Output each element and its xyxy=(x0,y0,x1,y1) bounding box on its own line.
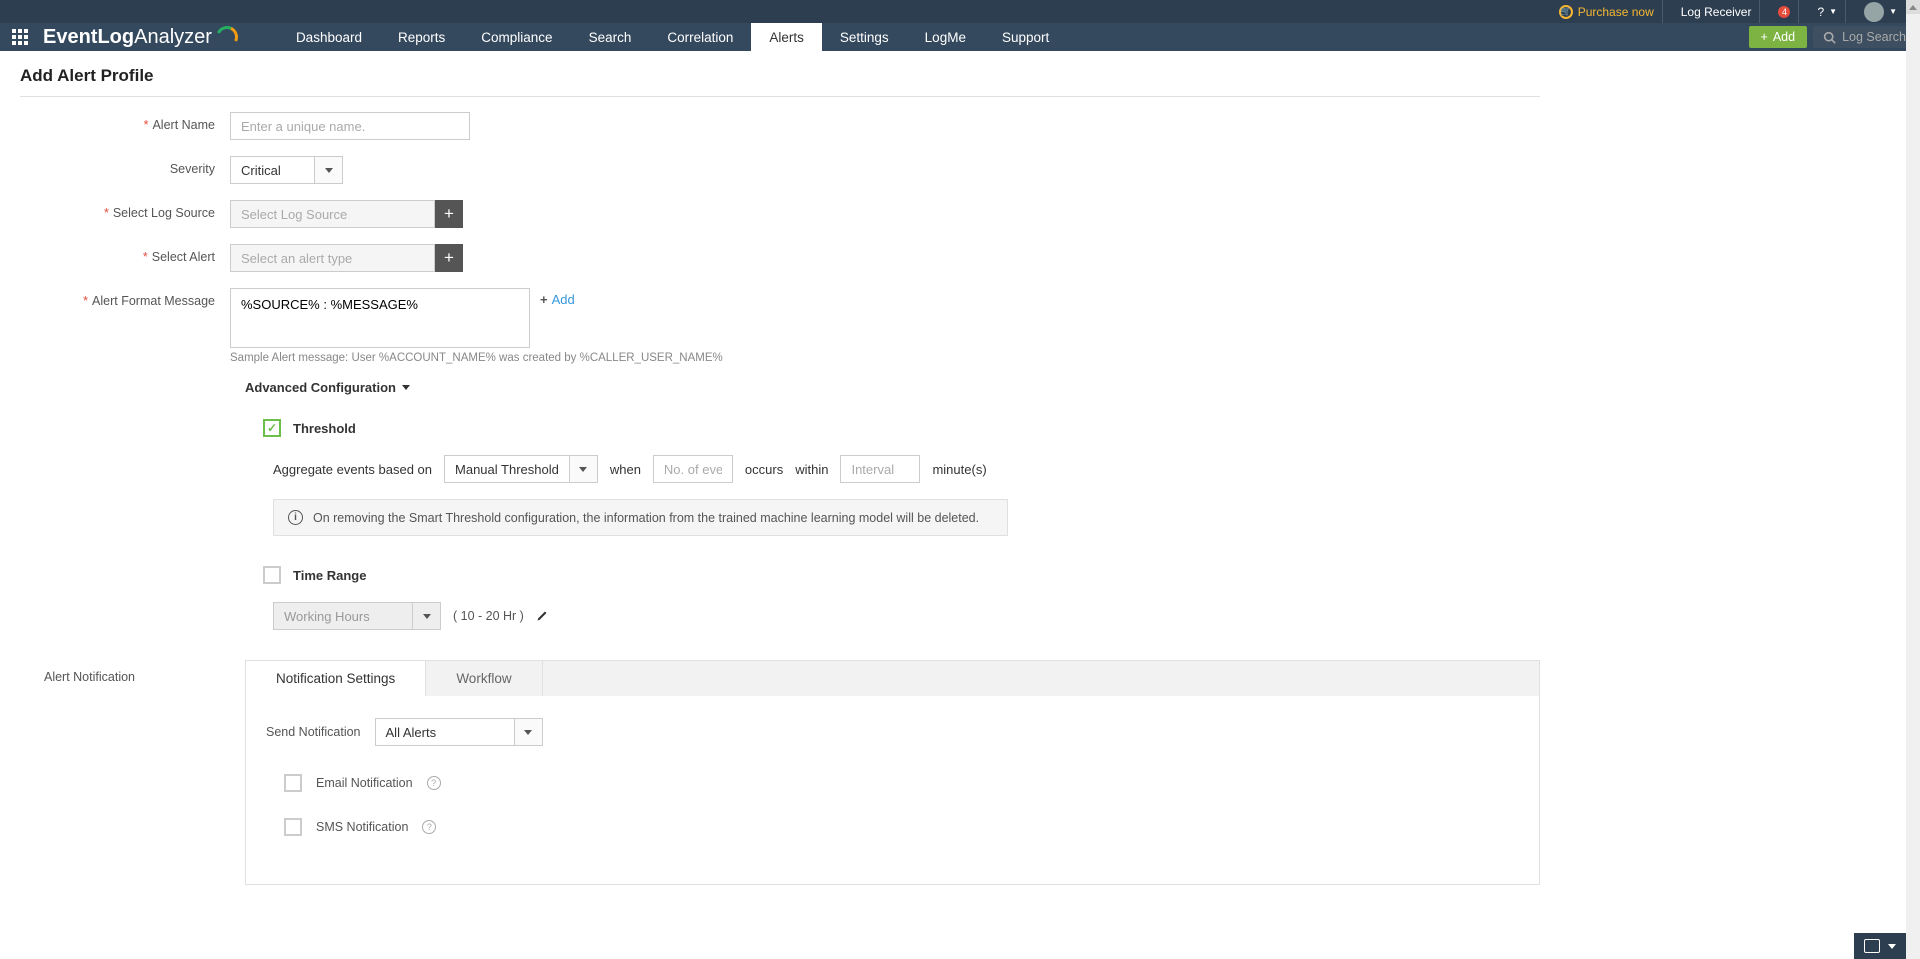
nav-reports[interactable]: Reports xyxy=(380,23,463,51)
notification-tabs: Notification Settings Workflow xyxy=(246,661,1539,696)
threshold-info-box: i On removing the Smart Threshold config… xyxy=(273,499,1008,536)
time-range-checkbox[interactable] xyxy=(263,566,281,584)
alert-format-textarea[interactable]: %SOURCE% : %MESSAGE% xyxy=(230,288,530,348)
alert-format-hint: Sample Alert message: User %ACCOUNT_NAME… xyxy=(230,352,723,364)
events-input[interactable] xyxy=(653,455,733,483)
interval-input[interactable] xyxy=(840,455,920,483)
tab-workflow[interactable]: Workflow xyxy=(426,661,542,696)
email-notification-label: Email Notification xyxy=(316,776,413,790)
severity-select[interactable]: Critical xyxy=(230,156,343,184)
nav-support[interactable]: Support xyxy=(984,23,1067,51)
hours-label: ( 10 - 20 Hr ) xyxy=(453,609,524,623)
chat-icon xyxy=(1864,939,1880,953)
info-icon: i xyxy=(288,510,303,525)
plus-icon: + xyxy=(540,292,548,307)
help-icon[interactable]: ? xyxy=(427,776,441,790)
scrollbar-up-icon[interactable] xyxy=(1906,0,1920,14)
aggregate-select[interactable]: Manual Threshold xyxy=(444,455,598,483)
within-label: within xyxy=(795,462,828,477)
alert-name-label: *Alert Name xyxy=(20,112,230,132)
advanced-config-toggle[interactable]: Advanced Configuration xyxy=(245,380,1540,395)
send-notification-label: Send Notification xyxy=(266,725,361,739)
add-alert-type-button[interactable]: + xyxy=(435,244,463,272)
purchase-now-link[interactable]: 🛒 Purchase now xyxy=(1551,0,1663,23)
severity-label: Severity xyxy=(20,156,230,176)
send-notification-select[interactable]: All Alerts xyxy=(375,718,543,746)
tab-notification-settings[interactable]: Notification Settings xyxy=(246,661,426,696)
chevron-down-icon xyxy=(423,614,431,619)
nav-logme[interactable]: LogMe xyxy=(907,23,984,51)
aggregate-label: Aggregate events based on xyxy=(273,462,432,477)
email-notification-checkbox[interactable] xyxy=(284,774,302,792)
log-source-label: *Select Log Source xyxy=(20,200,230,220)
purchase-label: Purchase now xyxy=(1578,5,1654,19)
add-button[interactable]: + Add xyxy=(1749,26,1808,48)
help-icon[interactable]: ? xyxy=(422,820,436,834)
sms-notification-checkbox[interactable] xyxy=(284,818,302,836)
chat-widget[interactable] xyxy=(1854,933,1906,959)
caret-down-icon xyxy=(402,385,410,390)
alert-format-label: *Alert Format Message xyxy=(20,288,230,308)
alert-name-input[interactable] xyxy=(230,112,470,140)
main-navigation: EventLog Analyzer Dashboard Reports Comp… xyxy=(0,23,1920,51)
log-receiver-link[interactable]: Log Receiver xyxy=(1673,0,1761,23)
bell-icon: 4 xyxy=(1778,6,1790,18)
sms-notification-label: SMS Notification xyxy=(316,820,408,834)
nav-items: Dashboard Reports Compliance Search Corr… xyxy=(278,23,1067,51)
when-label: when xyxy=(610,462,641,477)
threshold-checkbox[interactable] xyxy=(263,419,281,437)
search-icon xyxy=(1823,31,1836,44)
cart-icon: 🛒 xyxy=(1559,5,1573,19)
nav-compliance[interactable]: Compliance xyxy=(463,23,570,51)
page-title: Add Alert Profile xyxy=(20,66,1540,86)
log-search-button[interactable]: Log Search xyxy=(1813,26,1916,48)
scrollbar[interactable] xyxy=(1906,0,1920,959)
app-grid-icon[interactable] xyxy=(12,29,28,45)
time-range-label: Time Range xyxy=(293,568,366,583)
alert-type-select[interactable]: Select an alert type xyxy=(230,244,435,272)
add-format-link[interactable]: + Add xyxy=(540,292,575,307)
nav-search[interactable]: Search xyxy=(571,23,650,51)
minutes-label: minute(s) xyxy=(932,462,986,477)
edit-icon[interactable] xyxy=(536,610,548,622)
user-menu[interactable]: ▼ xyxy=(1856,0,1905,23)
notifications-button[interactable]: 4 xyxy=(1770,0,1799,23)
nav-alerts[interactable]: Alerts xyxy=(751,23,822,51)
add-log-source-button[interactable]: + xyxy=(435,200,463,228)
logo[interactable]: EventLog Analyzer xyxy=(43,23,238,51)
help-button[interactable]: ? ▼ xyxy=(1809,0,1846,23)
plus-icon: + xyxy=(1761,30,1768,44)
chevron-down-icon xyxy=(524,730,532,735)
avatar-icon xyxy=(1864,2,1884,22)
nav-correlation[interactable]: Correlation xyxy=(649,23,751,51)
logo-swirl-icon xyxy=(213,23,241,51)
occurs-label: occurs xyxy=(745,462,783,477)
nav-dashboard[interactable]: Dashboard xyxy=(278,23,380,51)
chevron-down-icon xyxy=(579,467,587,472)
select-alert-label: *Select Alert xyxy=(20,244,230,264)
top-utility-bar: 🛒 Purchase now Log Receiver 4 ? ▼ ▼ xyxy=(0,0,1920,23)
time-range-select[interactable]: Working Hours xyxy=(273,602,441,630)
threshold-label: Threshold xyxy=(293,421,356,436)
chevron-down-icon xyxy=(325,168,333,173)
alert-notification-label: Alert Notification xyxy=(20,660,150,684)
chevron-down-icon xyxy=(1888,944,1896,949)
log-source-select[interactable]: Select Log Source xyxy=(230,200,435,228)
nav-settings[interactable]: Settings xyxy=(822,23,907,51)
